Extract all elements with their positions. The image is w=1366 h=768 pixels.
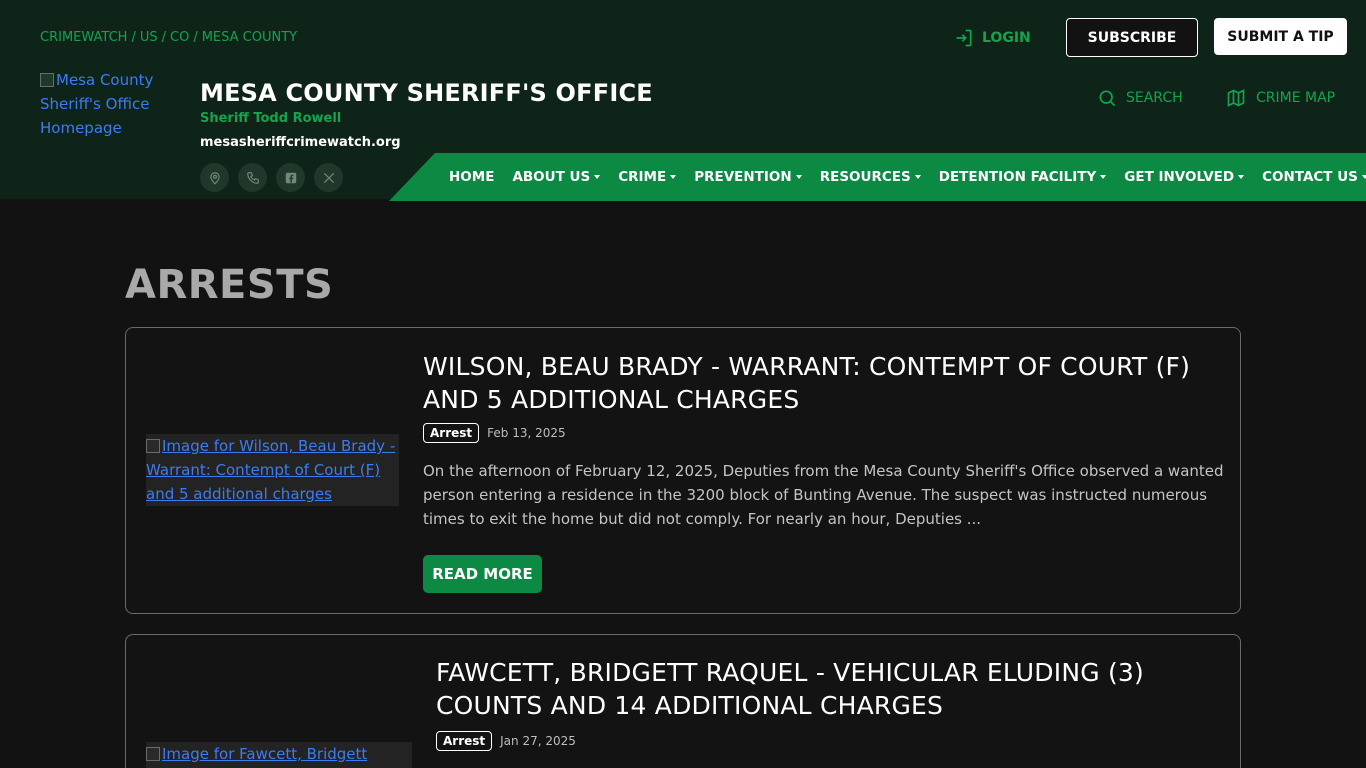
- breadcrumb-separator: /: [193, 30, 198, 45]
- nav-label: PREVENTION: [694, 169, 792, 185]
- phone-button[interactable]: [238, 163, 267, 192]
- nav-item-prevention[interactable]: PREVENTION: [694, 169, 802, 185]
- breadcrumb-us[interactable]: US: [140, 30, 158, 45]
- facebook-button[interactable]: [276, 163, 305, 192]
- caret-down-icon: [914, 175, 921, 179]
- breadcrumb-separator: /: [161, 30, 166, 45]
- breadcrumb-co[interactable]: CO: [170, 30, 189, 45]
- search-label: SEARCH: [1126, 90, 1183, 106]
- breadcrumb: CRIMEWATCH / US / CO / MESA COUNTY: [40, 30, 297, 45]
- caret-down-icon: [670, 175, 677, 179]
- submit-tip-button[interactable]: SUBMIT A TIP: [1214, 18, 1347, 55]
- nav-item-detention-facility[interactable]: DETENTION FACILITY: [939, 169, 1107, 185]
- category-badge[interactable]: Arrest: [436, 731, 493, 751]
- site-header: CRIMEWATCH / US / CO / MESA COUNTY Mesa …: [0, 0, 1366, 201]
- post-card: Image for Fawcett, Bridgett Raquel FAWCE…: [125, 634, 1241, 768]
- post-title[interactable]: FAWCETT, BRIDGETT RAQUEL - VEHICULAR ELU…: [436, 656, 1216, 722]
- nav-label: CONTACT US: [1262, 169, 1358, 185]
- post-date: Feb 13, 2025: [487, 426, 566, 440]
- search-link[interactable]: SEARCH: [1097, 88, 1183, 108]
- x-twitter-button[interactable]: [314, 163, 343, 192]
- nav-item-home[interactable]: HOME: [449, 169, 494, 185]
- agency-name: MESA COUNTY SHERIFF'S OFFICE: [200, 79, 653, 107]
- post-card: Image for Wilson, Beau Brady - Warrant: …: [125, 327, 1241, 614]
- broken-image-icon: [146, 439, 160, 453]
- read-more-button[interactable]: READ MORE: [423, 555, 542, 593]
- nav-item-crime[interactable]: CRIME: [618, 169, 677, 185]
- post-image-alt: Image for Wilson, Beau Brady - Warrant: …: [146, 437, 396, 503]
- category-badge[interactable]: Arrest: [423, 423, 480, 443]
- breadcrumb-mesa-county[interactable]: MESA COUNTY: [202, 30, 297, 45]
- location-icon: [209, 171, 220, 185]
- social-links: [200, 163, 343, 192]
- crime-map-label: CRIME MAP: [1256, 90, 1336, 106]
- nav-item-resources[interactable]: RESOURCES: [820, 169, 921, 185]
- caret-down-icon: [594, 175, 601, 179]
- facebook-icon: [285, 172, 296, 183]
- post-meta: Arrest Feb 13, 2025: [423, 423, 566, 443]
- subscribe-button[interactable]: SUBSCRIBE: [1066, 18, 1198, 57]
- location-button[interactable]: [200, 163, 229, 192]
- crime-map-link[interactable]: CRIME MAP: [1225, 88, 1335, 108]
- nav-label: GET INVOLVED: [1124, 169, 1235, 185]
- agency-logo-link[interactable]: Mesa County Sheriff's Office Homepage: [40, 68, 170, 140]
- broken-image-icon: [40, 73, 54, 87]
- breadcrumb-separator: /: [131, 30, 136, 45]
- login-label: LOGIN: [982, 30, 1031, 46]
- nav-item-contact-us[interactable]: CONTACT US: [1262, 169, 1366, 185]
- logo-alt-text: Mesa County Sheriff's Office Homepage: [40, 71, 154, 137]
- post-date: Jan 27, 2025: [500, 734, 576, 748]
- page-title: ARRESTS: [125, 262, 334, 308]
- post-title[interactable]: WILSON, BEAU BRADY - WARRANT: CONTEMPT O…: [423, 350, 1223, 416]
- caret-down-icon: [1100, 175, 1107, 179]
- x-icon: [323, 172, 334, 183]
- login-link[interactable]: LOGIN: [954, 28, 1031, 48]
- post-image-link[interactable]: Image for Wilson, Beau Brady - Warrant: …: [146, 434, 399, 506]
- nav-label: ABOUT US: [512, 169, 591, 185]
- nav-label: RESOURCES: [819, 169, 911, 185]
- caret-down-icon: [795, 175, 802, 179]
- breadcrumb-crimewatch[interactable]: CRIMEWATCH: [40, 30, 127, 45]
- post-image-alt: Image for Fawcett, Bridgett Raquel: [162, 745, 368, 763]
- phone-icon: [246, 171, 259, 184]
- caret-down-icon: [1361, 175, 1366, 179]
- post-meta: Arrest Jan 27, 2025: [436, 731, 576, 751]
- broken-image-icon: [146, 747, 160, 761]
- nav-label: HOME: [449, 169, 495, 185]
- sheriff-name: Sheriff Todd Rowell: [200, 111, 342, 126]
- nav-label: CRIME: [618, 169, 667, 185]
- nav-item-get-involved[interactable]: GET INVOLVED: [1124, 169, 1245, 185]
- login-icon: [956, 29, 972, 47]
- post-excerpt: On the afternoon of February 12, 2025, D…: [423, 462, 1224, 528]
- post-image-link[interactable]: Image for Fawcett, Bridgett Raquel: [146, 742, 412, 768]
- main-nav: HOME ABOUT US CRIME PREVENTION RESOURCES…: [449, 153, 1366, 201]
- search-icon: [1099, 90, 1116, 107]
- map-icon: [1227, 89, 1245, 107]
- caret-down-icon: [1238, 175, 1245, 179]
- nav-item-about-us[interactable]: ABOUT US: [512, 169, 601, 185]
- nav-label: DETENTION FACILITY: [938, 169, 1097, 185]
- agency-website[interactable]: mesasheriffcrimewatch.org: [200, 135, 401, 150]
